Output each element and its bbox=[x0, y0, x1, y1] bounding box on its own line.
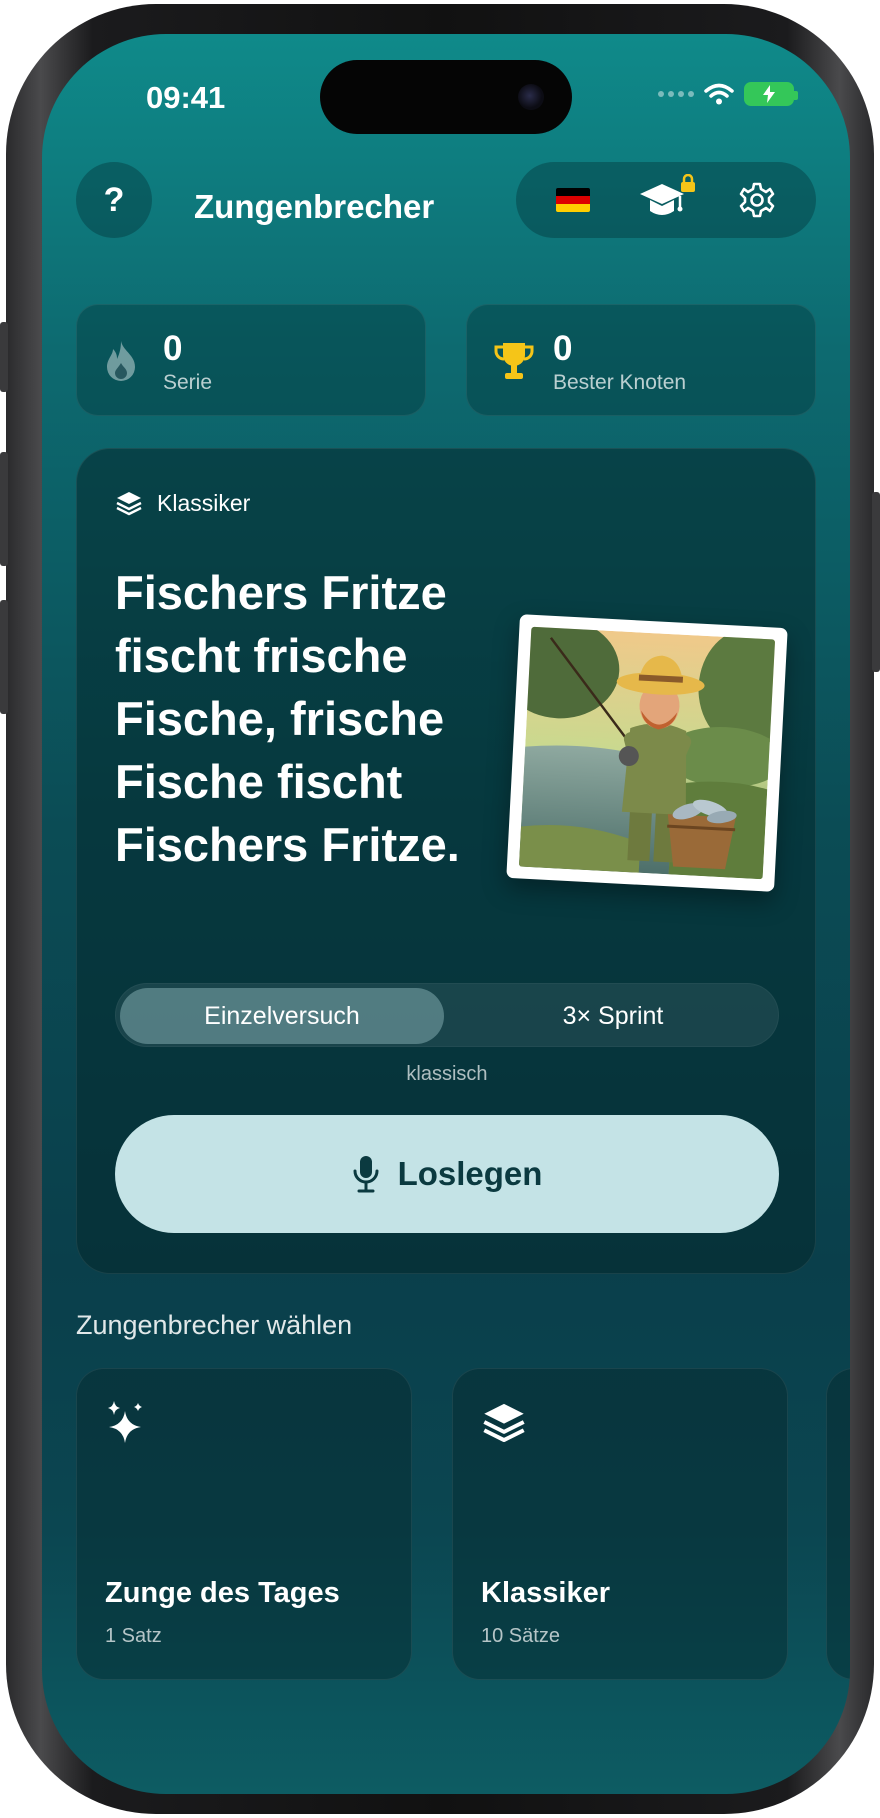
best-card: 0 Bester Knoten bbox=[466, 304, 816, 416]
camera-icon bbox=[518, 84, 544, 110]
phone-frame: 09:41 ? Zungenbrecher 0 Serie 0 Bester K… bbox=[0, 4, 880, 1814]
card-title: Klassiker bbox=[481, 1577, 610, 1609]
mode-single-attempt[interactable]: Einzelversuch bbox=[120, 988, 444, 1044]
mode-segmented-control: Einzelversuch 3× Sprint bbox=[115, 983, 779, 1047]
microphone-icon bbox=[353, 1156, 379, 1193]
charging-bolt-icon bbox=[763, 85, 775, 103]
gear-icon[interactable] bbox=[738, 181, 776, 219]
tongue-twister-text: Fischers Fritze fischt frische Fische, f… bbox=[115, 566, 460, 871]
fisherman-illustration bbox=[506, 614, 788, 892]
streak-value: 0 bbox=[163, 329, 183, 368]
layers-icon bbox=[483, 1403, 525, 1443]
mode-sprint[interactable]: 3× Sprint bbox=[450, 988, 776, 1044]
best-label: Bester Knoten bbox=[553, 371, 687, 394]
power-button bbox=[872, 492, 880, 672]
card-subtitle: 10 Sätze bbox=[481, 1625, 560, 1647]
wifi-icon bbox=[704, 83, 734, 105]
flame-icon bbox=[107, 341, 135, 381]
category-label: Klassiker bbox=[157, 489, 251, 516]
card-next-partial[interactable] bbox=[826, 1368, 850, 1680]
category-row: Klassiker bbox=[115, 489, 250, 517]
streak-card: 0 Serie bbox=[76, 304, 426, 416]
card-classics[interactable]: Klassiker 10 Sätze bbox=[452, 1368, 788, 1680]
trophy-icon bbox=[494, 343, 534, 379]
start-button[interactable]: Loslegen bbox=[115, 1115, 779, 1233]
card-subtitle: 1 Satz bbox=[105, 1625, 162, 1647]
battery-icon bbox=[744, 82, 798, 106]
learn-button[interactable] bbox=[638, 174, 695, 222]
card-title: Zunge des Tages bbox=[105, 1577, 340, 1609]
graduation-cap-icon bbox=[640, 184, 684, 215]
picker-title: Zungenbrecher wählen bbox=[76, 1310, 353, 1340]
page-title: Zungenbrecher bbox=[194, 188, 435, 225]
streak-label: Serie bbox=[163, 371, 213, 394]
volume-down-button bbox=[0, 600, 8, 714]
flag-germany-icon[interactable] bbox=[556, 188, 590, 212]
mode-caption: klassisch bbox=[406, 1063, 488, 1085]
lock-icon bbox=[681, 174, 695, 192]
action-button bbox=[0, 322, 8, 392]
status-time: 09:41 bbox=[146, 80, 226, 115]
start-button-label: Loslegen bbox=[397, 1155, 543, 1192]
signal-dots-icon bbox=[658, 91, 694, 97]
layers-icon bbox=[116, 492, 142, 516]
dynamic-island bbox=[320, 60, 572, 134]
help-button[interactable]: ? bbox=[76, 162, 152, 238]
fisherman-image bbox=[518, 626, 776, 880]
best-value: 0 bbox=[553, 329, 573, 368]
sparkles-icon bbox=[108, 1401, 142, 1443]
status-icons bbox=[658, 82, 798, 106]
app-screen: 09:41 ? Zungenbrecher 0 Serie 0 Bester K… bbox=[42, 34, 850, 1794]
volume-up-button bbox=[0, 452, 8, 566]
featured-card: Klassiker Fischers Fritze fischt frische… bbox=[76, 448, 816, 1274]
header-actions bbox=[516, 162, 816, 238]
card-tongue-of-the-day[interactable]: Zunge des Tages 1 Satz bbox=[76, 1368, 412, 1680]
